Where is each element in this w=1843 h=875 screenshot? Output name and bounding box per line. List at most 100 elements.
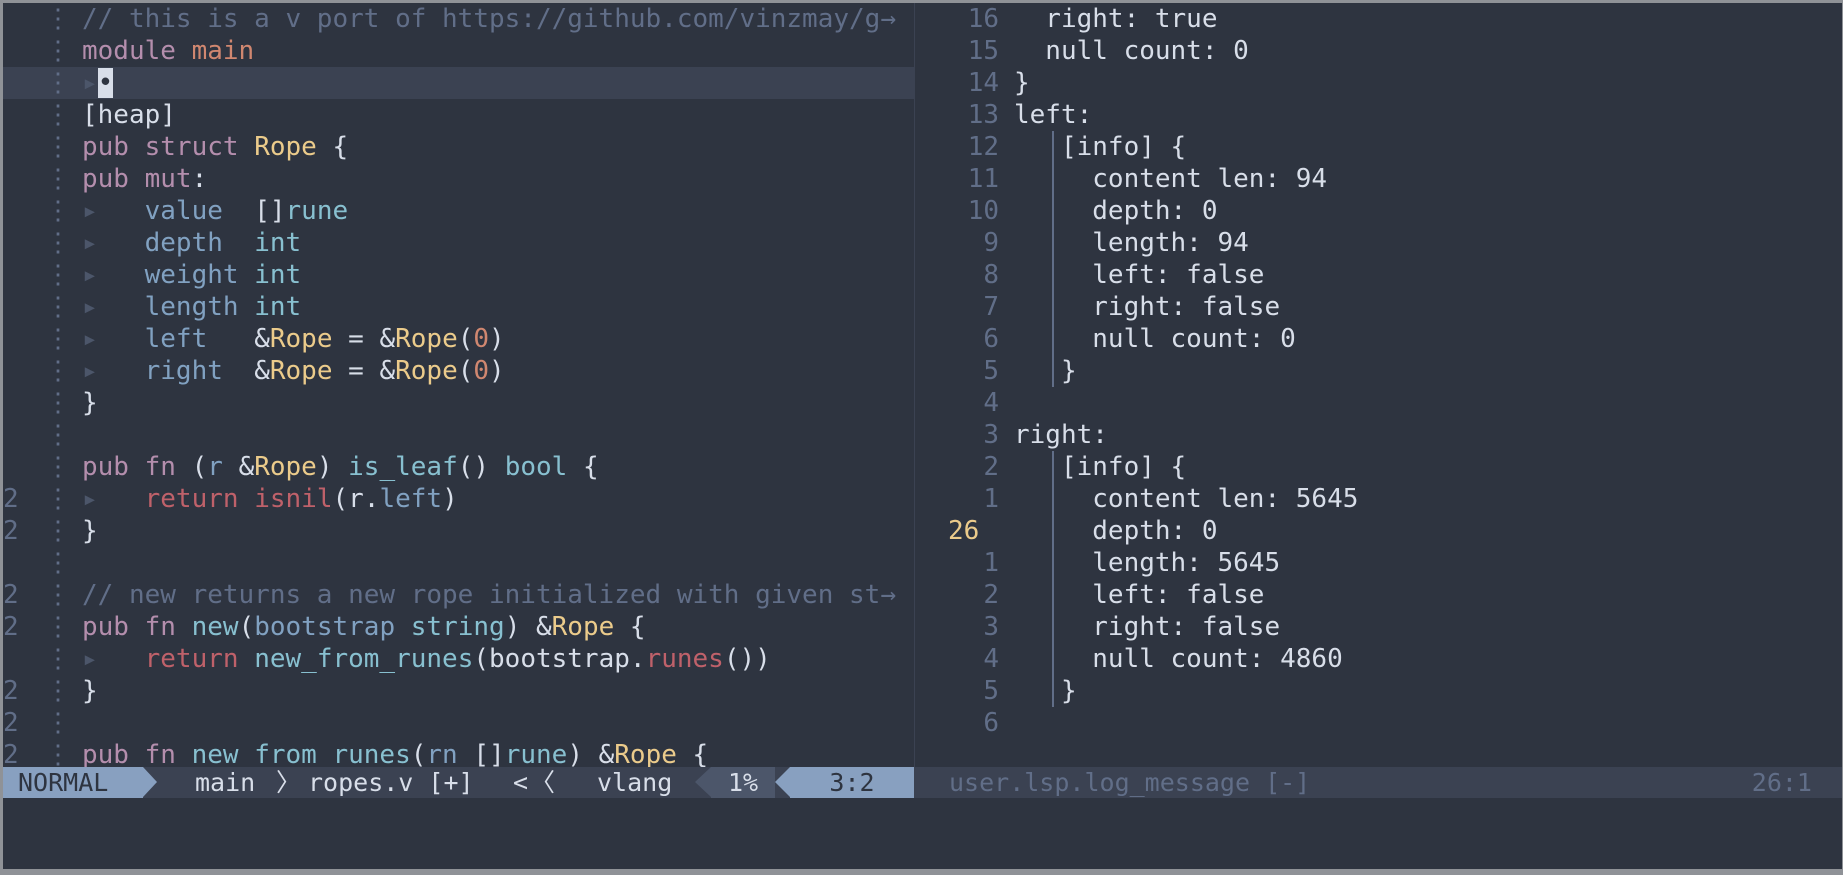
- line-number: 2: [3, 484, 19, 514]
- fold-indicator-icon[interactable]: ⋮: [45, 323, 71, 355]
- code-line[interactable]: ⋮ pub fn (r &Rope) is_leaf() bool {: [3, 451, 914, 483]
- log-line[interactable]: 1 content len: 5645: [925, 483, 1842, 515]
- fold-indicator-icon[interactable]: ⋮: [45, 483, 71, 515]
- log-text: [info] {: [1014, 452, 1187, 482]
- fold-indicator-icon[interactable]: ⋮: [45, 3, 71, 35]
- fold-indicator-icon[interactable]: ⋮: [45, 195, 71, 227]
- fold-indicator-icon[interactable]: ⋮: [45, 259, 71, 291]
- code-line[interactable]: ⋮: [3, 547, 914, 579]
- fold-indicator-icon[interactable]: ⋮: [45, 35, 71, 67]
- token: ▸: [82, 260, 145, 290]
- token: bool: [504, 452, 568, 482]
- log-line[interactable]: 3 right:: [925, 419, 1842, 451]
- log-line[interactable]: 5 }: [925, 355, 1842, 387]
- log-line[interactable]: 16 right: true: [925, 3, 1842, 35]
- code-line[interactable]: ⋮ ▸ right &Rope = &Rope(0): [3, 355, 914, 387]
- token: Rope: [269, 324, 333, 354]
- code-line[interactable]: ⋮ // this is a v port of https://github.c…: [3, 3, 914, 35]
- code-line[interactable]: ⋮ pub mut:: [3, 163, 914, 195]
- log-line[interactable]: 26 depth: 0: [925, 515, 1842, 547]
- log-line[interactable]: 10 depth: 0: [925, 195, 1842, 227]
- token: new: [191, 612, 239, 642]
- fold-indicator-icon[interactable]: ⋮: [45, 419, 71, 451]
- log-line[interactable]: 5 }: [925, 675, 1842, 707]
- log-line[interactable]: 2 left: false: [925, 579, 1842, 611]
- code-line[interactable]: ⋮ ▸ value []rune: [3, 195, 914, 227]
- editor-pane-left[interactable]: ⋮ // this is a v port of https://github.c…: [3, 3, 914, 767]
- fold-indicator-icon[interactable]: ⋮: [45, 99, 71, 131]
- log-line[interactable]: 11 content len: 94: [925, 163, 1842, 195]
- relative-line-number: 5: [983, 356, 999, 386]
- fold-indicator-icon[interactable]: ⋮: [45, 707, 71, 739]
- code-line[interactable]: ⋮ ▸•: [3, 67, 914, 99]
- fold-indicator-icon[interactable]: ⋮: [45, 163, 71, 195]
- log-line[interactable]: 6: [925, 707, 1842, 739]
- fold-indicator-icon[interactable]: ⋮: [45, 579, 71, 611]
- code-text: ▸ right &Rope = &Rope(0): [82, 355, 914, 387]
- position-separator: [775, 767, 790, 797]
- log-line[interactable]: 4 null count: 4860: [925, 643, 1842, 675]
- log-line[interactable]: 15 null count: 0: [925, 35, 1842, 67]
- log-line[interactable]: 2 [info] {: [925, 451, 1842, 483]
- log-line[interactable]: 4: [925, 387, 1842, 419]
- code-line[interactable]: 2 ⋮ // new returns a new rope initialized …: [3, 579, 914, 611]
- log-line[interactable]: 9 length: 94: [925, 227, 1842, 259]
- log-line[interactable]: 8 left: false: [925, 259, 1842, 291]
- log-text: right: false: [1014, 292, 1281, 322]
- code-line[interactable]: ⋮ ▸ return new_from_runes(bootstrap.runes…: [3, 643, 914, 675]
- code-line[interactable]: 2 ⋮ ▸ return isnil(r.left): [3, 483, 914, 515]
- code-line[interactable]: ⋮ ▸ length int: [3, 291, 914, 323]
- code-line[interactable]: ⋮ module main: [3, 35, 914, 67]
- code-line[interactable]: ⋮ ▸ weight int: [3, 259, 914, 291]
- token: ▸: [82, 324, 145, 354]
- file-name[interactable]: ropes.v [+]: [308, 767, 474, 798]
- code-text: ▸ return new_from_runes(bootstrap.runes(…: [82, 643, 914, 675]
- statusline: NORMAL main 〉 ropes.v [+] < 〈 vlang 1% 3…: [3, 767, 1842, 824]
- code-line[interactable]: ⋮ [heap]: [3, 99, 914, 131]
- log-text: null count: 0: [1014, 36, 1249, 66]
- token: pub: [82, 164, 145, 194]
- fold-indicator-icon[interactable]: ⋮: [45, 611, 71, 643]
- fold-indicator-icon[interactable]: ⋮: [45, 547, 71, 579]
- log-line[interactable]: 7 right: false: [925, 291, 1842, 323]
- code-line[interactable]: ⋮ ▸ depth int: [3, 227, 914, 259]
- fold-indicator-icon[interactable]: ⋮: [45, 387, 71, 419]
- relative-line-number: 6: [983, 708, 999, 738]
- token: new_from_runes: [254, 644, 474, 674]
- log-line[interactable]: 3 right: false: [925, 611, 1842, 643]
- log-line[interactable]: 14}: [925, 67, 1842, 99]
- fold-indicator-icon[interactable]: ⋮: [45, 131, 71, 163]
- fold-indicator-icon[interactable]: ⋮: [45, 227, 71, 259]
- fold-indicator-icon[interactable]: ⋮: [45, 451, 71, 483]
- fold-indicator-icon[interactable]: ⋮: [45, 291, 71, 323]
- command-line[interactable]: [3, 798, 1842, 869]
- token: rune: [285, 196, 349, 226]
- code-line[interactable]: ⋮}: [3, 387, 914, 419]
- log-line[interactable]: 6 null count: 0: [925, 323, 1842, 355]
- code-line[interactable]: 2 ⋮}: [3, 675, 914, 707]
- code-line[interactable]: ⋮: [3, 419, 914, 451]
- code-line[interactable]: 2 ⋮}: [3, 515, 914, 547]
- log-line[interactable]: 13 left:: [925, 99, 1842, 131]
- code-line[interactable]: ⋮ pub struct Rope {: [3, 131, 914, 163]
- log-line[interactable]: 1 length: 5645: [925, 547, 1842, 579]
- code-line[interactable]: 2 ⋮ pub fn new(bootstrap string) &Rope {: [3, 611, 914, 643]
- fold-indicator-icon[interactable]: ⋮: [45, 739, 71, 767]
- fold-indicator-icon[interactable]: ⋮: [45, 675, 71, 707]
- code-line[interactable]: ⋮ ▸ left &Rope = &Rope(0): [3, 323, 914, 355]
- token: right: [144, 356, 255, 386]
- branch-name[interactable]: main: [195, 767, 255, 798]
- right-buffer-name[interactable]: user.lsp.log_message [-]: [949, 767, 1310, 798]
- fold-indicator-icon[interactable]: ⋮: [45, 67, 71, 99]
- editor-pane-right[interactable]: 16 right: true 15 null count: 0 14} 13 left:…: [925, 3, 1842, 767]
- token: ) &: [567, 740, 615, 767]
- token: Rope: [551, 612, 615, 642]
- log-text: right: true: [1014, 4, 1218, 34]
- fold-indicator-icon[interactable]: ⋮: [45, 355, 71, 387]
- code-line[interactable]: 2 ⋮: [3, 707, 914, 739]
- fold-indicator-icon[interactable]: ⋮: [45, 515, 71, 547]
- code-line[interactable]: 2 ⋮ pub fn new_from_runes(rn []rune) &Rope…: [3, 739, 914, 767]
- log-line[interactable]: 12 [info] {: [925, 131, 1842, 163]
- token: ▸: [82, 644, 145, 674]
- fold-indicator-icon[interactable]: ⋮: [45, 643, 71, 675]
